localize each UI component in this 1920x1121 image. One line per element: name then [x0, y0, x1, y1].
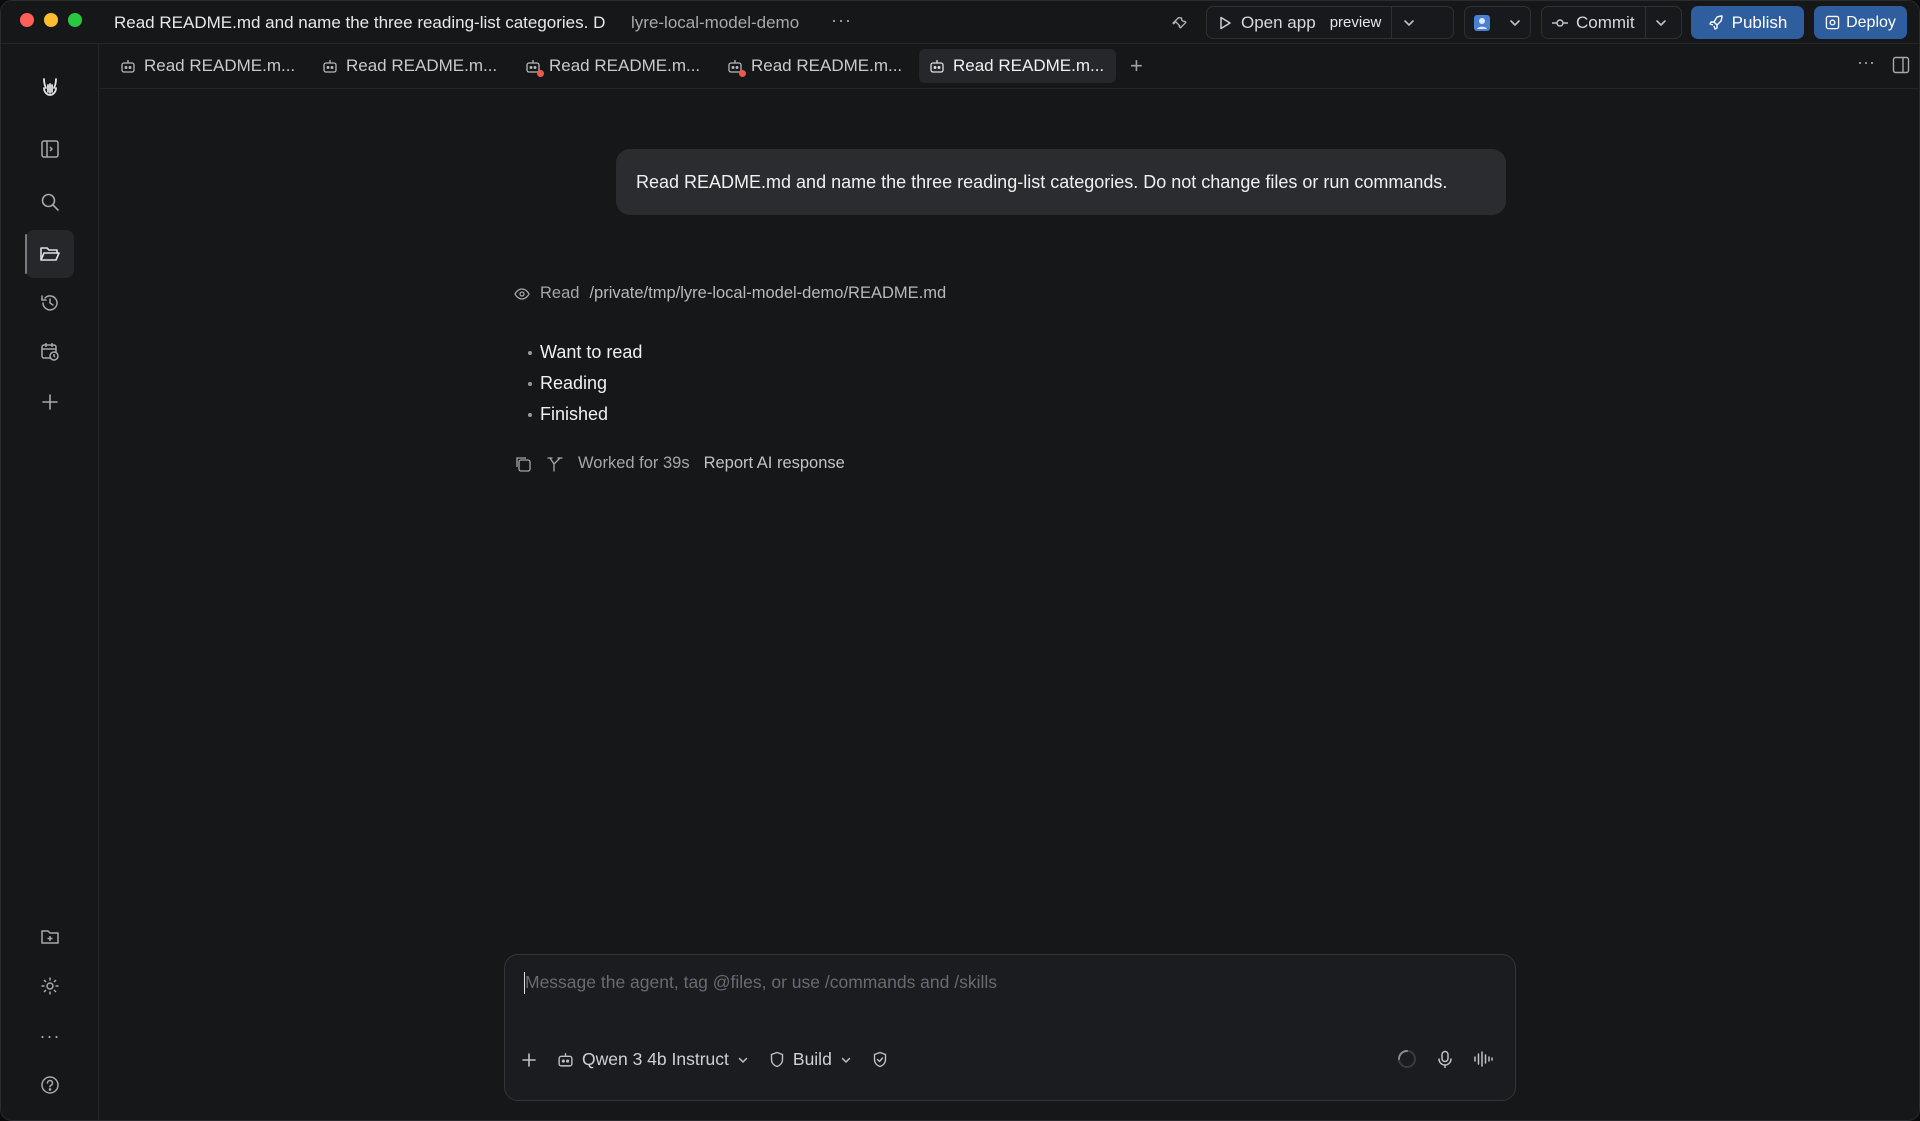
- search-icon[interactable]: [30, 182, 70, 222]
- open-app-group: Open app preview: [1206, 6, 1454, 39]
- worked-for-label: Worked for 39s: [578, 454, 690, 472]
- shield-check-icon[interactable]: [872, 1051, 888, 1068]
- commit-group: Commit: [1541, 6, 1682, 39]
- app-window: Read README.md and name the three readin…: [0, 0, 1920, 1121]
- open-app-label: Open app: [1241, 12, 1316, 32]
- publish-label: Publish: [1731, 12, 1788, 32]
- zoom-window-button[interactable]: [68, 13, 82, 27]
- alert-dot: [739, 70, 746, 77]
- tab-label: Read README.m...: [346, 56, 498, 75]
- branch-icon[interactable]: [546, 455, 564, 473]
- bot-icon: [120, 58, 136, 74]
- title-more-button[interactable]: ···: [831, 10, 852, 31]
- tab-2[interactable]: Read README.m...: [312, 49, 507, 83]
- help-icon[interactable]: [30, 1065, 70, 1105]
- tab-4[interactable]: Read README.m...: [717, 49, 912, 83]
- tab-5-active[interactable]: Read README.m...: [919, 49, 1116, 83]
- chevron-down-icon: [1402, 16, 1416, 30]
- alert-dot: [537, 70, 544, 77]
- folder-plus-icon[interactable]: [30, 917, 70, 957]
- bot-icon: [557, 1051, 574, 1068]
- bot-icon: [929, 58, 945, 74]
- composer-actions: [1397, 1049, 1493, 1069]
- message-input[interactable]: Message the agent, tag @files, or use /c…: [525, 972, 997, 993]
- shield-icon: [769, 1051, 785, 1068]
- bot-icon: [727, 58, 746, 77]
- left-rail: ···: [1, 44, 99, 1120]
- bot-icon: [322, 58, 338, 74]
- deploy-button[interactable]: Deploy: [1814, 6, 1907, 39]
- tool-call-read[interactable]: Read /private/tmp/lyre-local-model-demo/…: [514, 284, 946, 303]
- account-button[interactable]: [1465, 7, 1499, 38]
- chevron-down-icon: [1508, 16, 1522, 30]
- publish-button[interactable]: Publish: [1691, 6, 1804, 39]
- tab-label: Read README.m...: [549, 56, 701, 75]
- account-group: [1464, 6, 1531, 39]
- gear-icon[interactable]: [30, 966, 70, 1006]
- account-avatar-icon: [1474, 14, 1490, 31]
- chevron-down-icon: [737, 1054, 749, 1066]
- commit-dropdown[interactable]: [1646, 7, 1676, 38]
- response-meta: Worked for 39s Report AI response: [514, 454, 845, 473]
- history-icon[interactable]: [30, 283, 70, 323]
- tab-1[interactable]: Read README.m...: [110, 49, 305, 83]
- panel-toggle-icon[interactable]: [1892, 56, 1910, 74]
- title-bar: Read README.md and name the three readin…: [1, 1, 1919, 44]
- loading-spinner-icon: [1397, 1049, 1417, 1069]
- preview-label: preview: [1329, 14, 1382, 31]
- mode-name: Build: [792, 1049, 832, 1069]
- conversation-area: Read README.md and name the three readin…: [100, 89, 1919, 1120]
- window-controls: [20, 13, 82, 27]
- new-tab-button[interactable]: +: [1130, 53, 1143, 79]
- composer-controls: Qwen 3 4b Instruct Build: [521, 1049, 888, 1070]
- open-app-button[interactable]: Open app preview: [1207, 7, 1391, 38]
- answer-list: Want to read Reading Finished: [528, 337, 642, 430]
- project-name[interactable]: lyre-local-model-demo: [631, 13, 799, 33]
- folder-open-icon[interactable]: [25, 230, 74, 278]
- git-commit-icon: [1552, 15, 1568, 31]
- deploy-label: Deploy: [1846, 13, 1896, 31]
- attach-plus-icon[interactable]: [521, 1052, 537, 1068]
- list-item: Finished: [528, 399, 642, 430]
- deploy-icon: [1825, 15, 1840, 30]
- user-message: Read README.md and name the three readin…: [616, 149, 1506, 215]
- voice-waveform-icon[interactable]: [1473, 1050, 1493, 1068]
- tool-verb: Read: [540, 284, 580, 302]
- sidebar-toggle-icon[interactable]: [30, 129, 70, 169]
- chevron-down-icon: [1654, 16, 1668, 30]
- tab-label: Read README.m...: [144, 56, 296, 75]
- model-name: Qwen 3 4b Instruct: [582, 1049, 729, 1069]
- lyre-logo-icon[interactable]: [30, 67, 70, 107]
- tab-3[interactable]: Read README.m...: [515, 49, 710, 83]
- tab-more-button[interactable]: ···: [1857, 52, 1875, 73]
- model-selector[interactable]: Qwen 3 4b Instruct: [557, 1049, 749, 1070]
- microphone-icon[interactable]: [1437, 1050, 1453, 1068]
- close-window-button[interactable]: [20, 13, 34, 27]
- window-title: Read README.md and name the three readin…: [114, 13, 606, 32]
- minimize-window-button[interactable]: [44, 13, 58, 27]
- list-item: Want to read: [528, 337, 642, 368]
- copy-icon[interactable]: [514, 455, 532, 473]
- list-item: Reading: [528, 368, 642, 399]
- commit-label: Commit: [1576, 12, 1635, 32]
- bot-icon: [525, 58, 544, 77]
- open-app-dropdown[interactable]: [1392, 7, 1426, 38]
- report-ai-response-link[interactable]: Report AI response: [704, 454, 845, 473]
- tab-bar: Read README.m... Read README.m... Read R…: [100, 44, 1919, 89]
- message-composer[interactable]: Message the agent, tag @files, or use /c…: [504, 954, 1516, 1101]
- chevron-down-icon: [840, 1054, 852, 1066]
- wrench-icon[interactable]: [1171, 13, 1189, 31]
- rocket-icon: [1708, 14, 1724, 31]
- tab-label: Read README.m...: [751, 56, 903, 75]
- mode-selector[interactable]: Build: [769, 1049, 852, 1070]
- commit-button[interactable]: Commit: [1542, 7, 1645, 38]
- calendar-clock-icon[interactable]: [30, 332, 70, 372]
- eye-icon: [514, 286, 530, 302]
- tab-label: Read README.m...: [953, 56, 1105, 75]
- account-dropdown[interactable]: [1499, 7, 1531, 38]
- plus-icon[interactable]: [30, 382, 70, 422]
- tool-path: /private/tmp/lyre-local-model-demo/READM…: [589, 284, 947, 302]
- more-icon[interactable]: ···: [30, 1016, 70, 1056]
- play-icon: [1217, 15, 1233, 31]
